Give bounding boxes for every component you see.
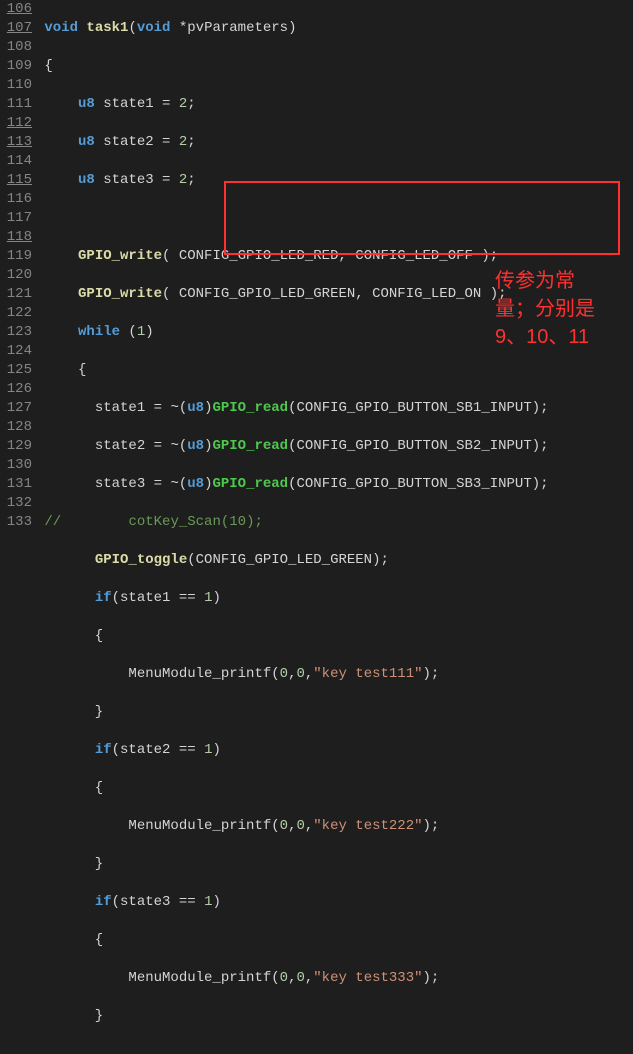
line-number: 127 <box>0 399 32 418</box>
line-number: 117 <box>0 209 32 228</box>
line-number: 131 <box>0 475 32 494</box>
annotation-line: 量；分别是 <box>495 295 595 323</box>
line-number: 128 <box>0 418 32 437</box>
line-number: 120 <box>0 266 32 285</box>
line-number: 116 <box>0 190 32 209</box>
line-number: 109 <box>0 57 32 76</box>
line-number: 107 <box>0 19 32 38</box>
line-number: 113 <box>0 133 32 152</box>
line-number: 108 <box>0 38 32 57</box>
line-number: 132 <box>0 494 32 513</box>
line-number: 110 <box>0 76 32 95</box>
line-number-gutter: 106 107 108 109 110 111 112 113 114 115 … <box>0 0 36 1054</box>
line-number: 129 <box>0 437 32 456</box>
line-number: 130 <box>0 456 32 475</box>
annotation-text: 传参为常 量；分别是 9、10、11 <box>495 267 595 351</box>
line-number: 118 <box>0 228 32 247</box>
line-number: 119 <box>0 247 32 266</box>
line-number: 115 <box>0 171 32 190</box>
annotation-line: 传参为常 <box>495 267 595 295</box>
line-number: 133 <box>0 513 32 532</box>
line-number: 124 <box>0 342 32 361</box>
annotation-line: 9、10、11 <box>495 323 595 351</box>
line-number: 123 <box>0 323 32 342</box>
line-number: 106 <box>0 0 32 19</box>
line-number: 114 <box>0 152 32 171</box>
line-number: 112 <box>0 114 32 133</box>
code-editor: 106 107 108 109 110 111 112 113 114 115 … <box>0 0 633 1054</box>
line-number: 122 <box>0 304 32 323</box>
code-area: void task1(void *pvParameters) { u8 stat… <box>36 0 633 1054</box>
line-number: 125 <box>0 361 32 380</box>
line-number: 126 <box>0 380 32 399</box>
line-number: 111 <box>0 95 32 114</box>
line-number: 121 <box>0 285 32 304</box>
